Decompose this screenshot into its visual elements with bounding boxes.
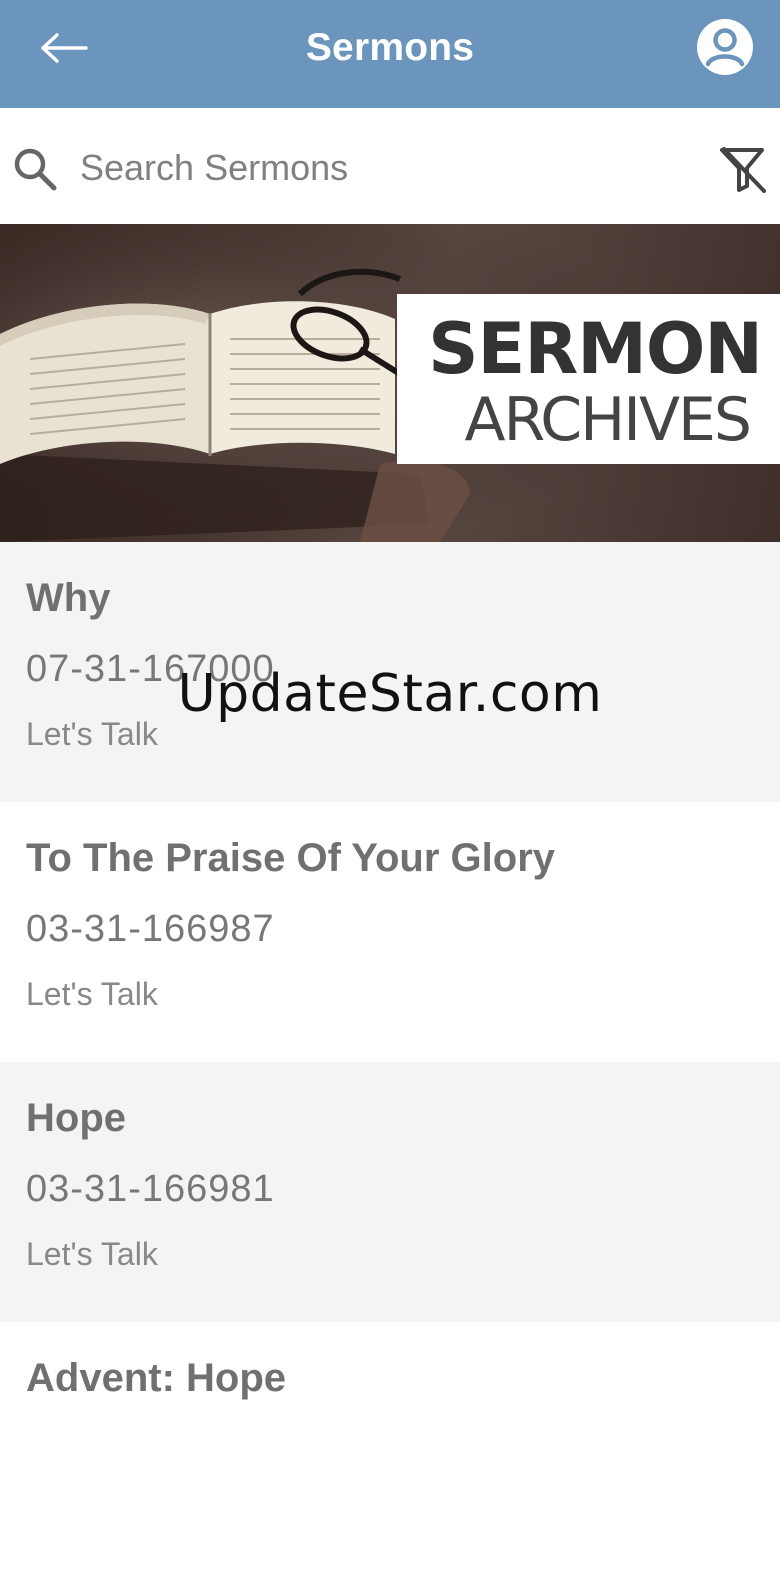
sermon-code: 03-31-166981 xyxy=(26,1168,275,1210)
sermon-code: 07-31-167000 xyxy=(26,648,275,690)
account-circle-icon xyxy=(697,19,753,75)
sermon-list-item[interactable]: To The Praise Of Your Glory 03-31-166987… xyxy=(0,802,780,1062)
sermon-list-item[interactable]: Advent: Hope xyxy=(0,1322,780,1582)
filter-off-icon xyxy=(720,147,766,193)
search-icon xyxy=(14,148,57,191)
sermon-list-item[interactable]: Hope 03-31-166981 Let's Talk xyxy=(0,1062,780,1322)
page-title: Sermons xyxy=(305,26,475,69)
sermon-list: Why 07-31-167000 Let's Talk To The Prais… xyxy=(0,542,780,1582)
account-button[interactable] xyxy=(692,14,758,80)
sermon-speaker: Let's Talk xyxy=(26,976,158,1012)
sermon-speaker: Let's Talk xyxy=(26,716,158,752)
sermon-title: To The Praise Of Your Glory xyxy=(26,836,556,880)
app-header: Sermons xyxy=(0,0,780,108)
sermon-title: Hope xyxy=(26,1096,126,1140)
sermon-title: Advent: Hope xyxy=(26,1356,286,1400)
banner-title: SERMON xyxy=(428,308,763,390)
sermon-speaker: Let's Talk xyxy=(26,1236,158,1272)
search-bar xyxy=(0,108,780,224)
sermon-list-item[interactable]: Why 07-31-167000 Let's Talk xyxy=(0,542,780,802)
sermon-code: 03-31-166987 xyxy=(26,908,275,950)
sermon-title: Why xyxy=(26,576,111,620)
sermon-archives-banner: SERMON ARCHIVES xyxy=(0,224,780,542)
clear-filter-button[interactable] xyxy=(712,138,774,200)
search-input[interactable] xyxy=(80,138,680,198)
banner-title-card: SERMON ARCHIVES xyxy=(397,294,780,464)
banner-subtitle: ARCHIVES xyxy=(464,385,753,455)
